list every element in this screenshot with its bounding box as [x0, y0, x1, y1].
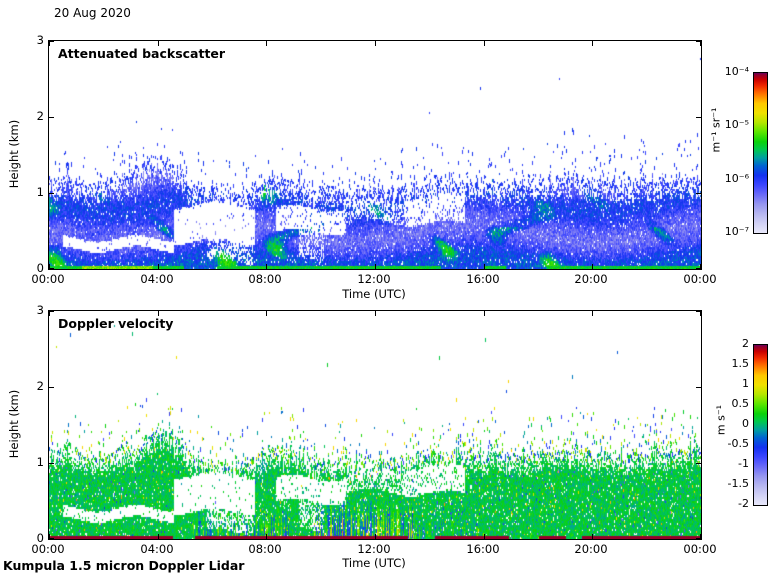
- y-tick-label: 3: [10, 302, 44, 318]
- x-tick-label: 20:00: [559, 542, 623, 556]
- x-tick-label: 12:00: [342, 272, 406, 286]
- x-tick-bottom: [266, 264, 267, 269]
- x-tick-label: 04:00: [125, 542, 189, 556]
- y-tick-label: 1: [10, 454, 44, 470]
- colorbar-tick-label: 0.5: [709, 397, 749, 411]
- backscatter-colorbar: [753, 72, 768, 234]
- x-tick-label: 08:00: [233, 272, 297, 286]
- y-tick-left: [49, 311, 54, 312]
- x-tick-top: [592, 41, 593, 46]
- colorbar-tick-label: 2: [709, 337, 749, 351]
- x-tick-label: 16:00: [451, 272, 515, 286]
- x-tick-top: [592, 311, 593, 316]
- backscatter-panel-title: Attenuated backscatter: [58, 46, 225, 61]
- x-tick-label: 12:00: [342, 542, 406, 556]
- x-tick-top: [375, 41, 376, 46]
- backscatter-x-axis-label: Time (UTC): [304, 287, 444, 301]
- colorbar-tick-label: -0.5: [709, 437, 749, 451]
- x-tick-top: [375, 311, 376, 316]
- x-tick-top: [158, 311, 159, 316]
- x-tick-bottom: [484, 534, 485, 539]
- y-tick-left: [49, 538, 54, 539]
- x-tick-label: 00:00: [668, 272, 732, 286]
- date-label: 20 Aug 2020: [54, 6, 131, 20]
- y-tick-right: [696, 387, 701, 388]
- x-tick-bottom: [375, 534, 376, 539]
- velocity-panel: Doppler velocity: [48, 310, 702, 540]
- y-tick-left: [49, 41, 54, 42]
- velocity-heatmap-canvas: [49, 311, 701, 539]
- y-tick-label: 2: [10, 108, 44, 124]
- colorbar-tick-label: 1.5: [709, 357, 749, 371]
- backscatter-panel: Attenuated backscatter: [48, 40, 702, 270]
- y-tick-label: 0: [10, 260, 44, 276]
- colorbar-tick-label: -2: [709, 497, 749, 511]
- y-tick-left: [49, 387, 54, 388]
- y-tick-right: [696, 268, 701, 269]
- x-tick-top: [158, 41, 159, 46]
- x-tick-label: 08:00: [233, 542, 297, 556]
- x-tick-label: 20:00: [559, 272, 623, 286]
- x-tick-bottom: [592, 264, 593, 269]
- y-tick-right: [696, 311, 701, 312]
- x-tick-top: [266, 41, 267, 46]
- colorbar-tick-label: 10⁻⁴: [709, 65, 749, 79]
- colorbar-tick-label: 10⁻⁷: [709, 225, 749, 239]
- y-tick-left: [49, 463, 54, 464]
- y-tick-label: 3: [10, 32, 44, 48]
- x-tick-bottom: [484, 264, 485, 269]
- x-tick-label: 00:00: [668, 542, 732, 556]
- y-tick-right: [696, 463, 701, 464]
- velocity-panel-title: Doppler velocity: [58, 316, 173, 331]
- y-tick-label: 1: [10, 184, 44, 200]
- lidar-quicklook-figure: 20 Aug 2020 Attenuated backscatter Heigh…: [0, 0, 780, 580]
- x-tick-top: [484, 311, 485, 316]
- x-tick-bottom: [592, 534, 593, 539]
- y-tick-right: [696, 538, 701, 539]
- y-tick-label: 0: [10, 530, 44, 546]
- velocity-x-axis-label: Time (UTC): [304, 556, 444, 570]
- y-tick-right: [696, 117, 701, 118]
- colorbar-tick-label: -1: [709, 457, 749, 471]
- x-tick-bottom: [158, 264, 159, 269]
- x-tick-label: 16:00: [451, 542, 515, 556]
- velocity-colorbar: [753, 344, 768, 506]
- x-tick-label: 04:00: [125, 272, 189, 286]
- velocity-y-axis-label: Height (km): [7, 390, 21, 459]
- y-tick-left: [49, 117, 54, 118]
- colorbar-tick-label: 1: [709, 377, 749, 391]
- backscatter-y-axis-label: Height (km): [7, 120, 21, 189]
- colorbar-tick-label: -1.5: [709, 477, 749, 491]
- x-tick-top: [484, 41, 485, 46]
- colorbar-tick-label: 0: [709, 417, 749, 431]
- instrument-footer-label: Kumpula 1.5 micron Doppler Lidar: [3, 558, 244, 573]
- y-tick-left: [49, 193, 54, 194]
- y-tick-right: [696, 193, 701, 194]
- backscatter-heatmap-canvas: [49, 41, 701, 269]
- colorbar-tick-label: 10⁻⁶: [709, 172, 749, 186]
- y-tick-right: [696, 41, 701, 42]
- colorbar-tick-label: 10⁻⁵: [709, 118, 749, 132]
- x-tick-bottom: [266, 534, 267, 539]
- y-tick-left: [49, 268, 54, 269]
- y-tick-label: 2: [10, 378, 44, 394]
- x-tick-top: [266, 311, 267, 316]
- x-tick-bottom: [375, 264, 376, 269]
- x-tick-bottom: [158, 534, 159, 539]
